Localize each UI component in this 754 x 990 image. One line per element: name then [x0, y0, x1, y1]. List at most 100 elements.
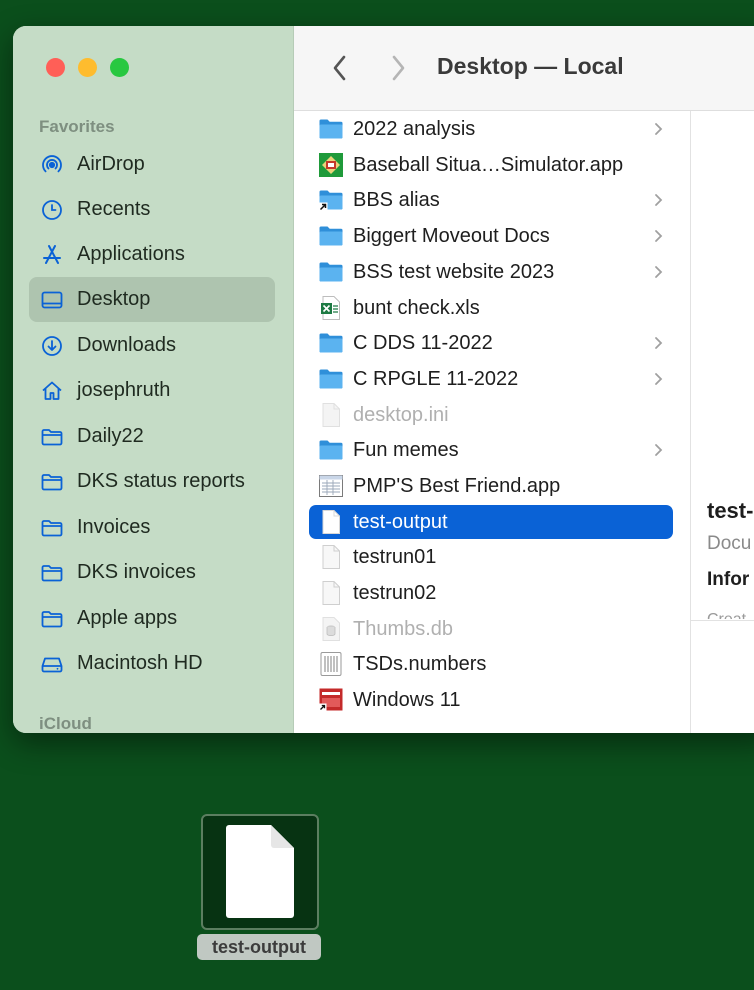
document-icon [226, 825, 294, 918]
excel-icon [317, 294, 345, 322]
forward-button[interactable] [386, 53, 410, 83]
file-row-baseball-simulator[interactable]: Baseball Situa…Simulator.app [309, 148, 673, 182]
file-row-tsds-numbers[interactable]: TSDs.numbers [309, 647, 673, 681]
sidebar-item-label: DKS status reports [77, 470, 245, 492]
document-icon [317, 401, 345, 429]
sidebar-item-macintosh-hd[interactable]: Macintosh HD [29, 641, 275, 686]
chevron-right-icon [651, 265, 665, 279]
file-name: BSS test website 2023 [353, 260, 555, 283]
clock-icon [39, 197, 65, 223]
sidebar-item-label: DKS invoices [77, 561, 196, 583]
folder-icon [39, 469, 65, 495]
file-name: Fun memes [353, 438, 459, 461]
file-row-bbs-alias[interactable]: BBS alias [309, 183, 673, 217]
chevron-left-icon [333, 55, 346, 81]
sidebar-item-applications[interactable]: Applications [29, 232, 275, 277]
file-row-desktop-ini[interactable]: desktop.ini [309, 398, 673, 432]
desktop-icon [39, 287, 65, 313]
chevron-right-icon [651, 122, 665, 136]
sidebar-item-downloads[interactable]: Downloads [29, 323, 275, 368]
preview-created-label: Creat [707, 607, 746, 619]
sidebar-item-invoices[interactable]: Invoices [29, 505, 275, 550]
folder-icon [39, 515, 65, 541]
file-name: test-output [353, 510, 448, 533]
folder-icon [317, 329, 345, 357]
sidebar-item-josephruth[interactable]: josephruth [29, 368, 275, 413]
database-icon [317, 615, 345, 643]
sidebar-item-dks-status-reports[interactable]: DKS status reports [29, 459, 275, 504]
sidebar-section-favorites: Favorites [39, 117, 115, 136]
sidebar-item-label: Applications [77, 243, 185, 265]
file-name: bunt check.xls [353, 296, 480, 319]
preview-divider [691, 620, 754, 621]
finder-window: Favorites AirDrop Recents Applications D… [13, 26, 754, 733]
numbers-icon [317, 650, 345, 678]
document-icon [317, 543, 345, 571]
folder-icon [39, 424, 65, 450]
applications-icon [39, 242, 65, 268]
sidebar-item-daily22[interactable]: Daily22 [29, 414, 275, 459]
file-row-c-dds[interactable]: C DDS 11-2022 [309, 326, 673, 360]
sidebar-item-dks-invoices[interactable]: DKS invoices [29, 550, 275, 595]
preview-kind: Docu [707, 533, 752, 554]
file-row-pmps-best-friend[interactable]: PMP'S Best Friend.app [309, 469, 673, 503]
sidebar-item-label: Daily22 [77, 425, 144, 447]
toolbar: Desktop — Local [294, 26, 754, 111]
back-button[interactable] [328, 53, 352, 83]
sidebar-item-label: Macintosh HD [77, 652, 203, 674]
folder-icon [317, 365, 345, 393]
file-row-testrun01[interactable]: testrun01 [309, 540, 673, 574]
folder-icon [39, 606, 65, 632]
file-list: 2022 analysis Baseball Situa…Simulator.a… [294, 111, 691, 733]
sidebar-item-label: Downloads [77, 334, 176, 356]
file-row-thumbs-db[interactable]: Thumbs.db [309, 612, 673, 646]
document-icon [317, 508, 345, 536]
file-name: C RPGLE 11-2022 [353, 367, 519, 390]
app-window-icon [317, 472, 345, 500]
sidebar-item-desktop[interactable]: Desktop [29, 277, 275, 322]
sidebar-item-apple-apps[interactable]: Apple apps [29, 596, 275, 641]
file-name: TSDs.numbers [353, 652, 487, 675]
disk-icon [39, 651, 65, 677]
chevron-right-icon [651, 372, 665, 386]
sidebar-item-recents[interactable]: Recents [29, 187, 275, 232]
file-name: desktop.ini [353, 403, 449, 426]
preview-info-heading: Infor [707, 569, 750, 590]
file-name: testrun02 [353, 581, 437, 604]
sidebar-item-airdrop[interactable]: AirDrop [29, 142, 275, 187]
sidebar-item-label: Desktop [77, 288, 151, 310]
close-button[interactable] [46, 58, 65, 77]
file-row-c-rpgle[interactable]: C RPGLE 11-2022 [309, 362, 673, 396]
sidebar-item-label: AirDrop [77, 153, 145, 175]
document-icon [317, 579, 345, 607]
zoom-button[interactable] [110, 58, 129, 77]
file-row-2022-analysis[interactable]: 2022 analysis [309, 112, 673, 146]
file-name: testrun01 [353, 545, 437, 568]
file-row-windows-11[interactable]: Windows 11 [309, 683, 673, 717]
folder-icon [39, 560, 65, 586]
preview-pane: test- Docu Infor Creat [691, 111, 754, 733]
file-name: Thumbs.db [353, 617, 454, 640]
file-row-test-output[interactable]: test-output [309, 505, 673, 539]
minimize-button[interactable] [78, 58, 97, 77]
file-row-fun-memes[interactable]: Fun memes [309, 433, 673, 467]
sidebar-item-label: Invoices [77, 516, 151, 538]
folder-icon [317, 222, 345, 250]
file-row-bss-test-website[interactable]: BSS test website 2023 [309, 255, 673, 289]
chevron-right-icon [392, 55, 405, 81]
sidebar-item-label: Recents [77, 198, 151, 220]
file-row-testrun02[interactable]: testrun02 [309, 576, 673, 610]
preview-title: test- [707, 498, 754, 523]
sidebar-section-icloud: iCloud [39, 714, 92, 733]
desktop-file-icon[interactable] [201, 814, 319, 930]
download-icon [39, 333, 65, 359]
file-row-bunt-check[interactable]: bunt check.xls [309, 291, 673, 325]
chevron-right-icon [651, 193, 665, 207]
folder-alias-icon [317, 186, 345, 214]
file-row-biggert-moveout-docs[interactable]: Biggert Moveout Docs [309, 219, 673, 253]
file-name: C DDS 11-2022 [353, 331, 493, 354]
file-name: Windows 11 [353, 688, 461, 711]
sidebar-item-label: Apple apps [77, 607, 178, 629]
app-icon [317, 151, 345, 179]
file-name: 2022 analysis [353, 117, 476, 140]
